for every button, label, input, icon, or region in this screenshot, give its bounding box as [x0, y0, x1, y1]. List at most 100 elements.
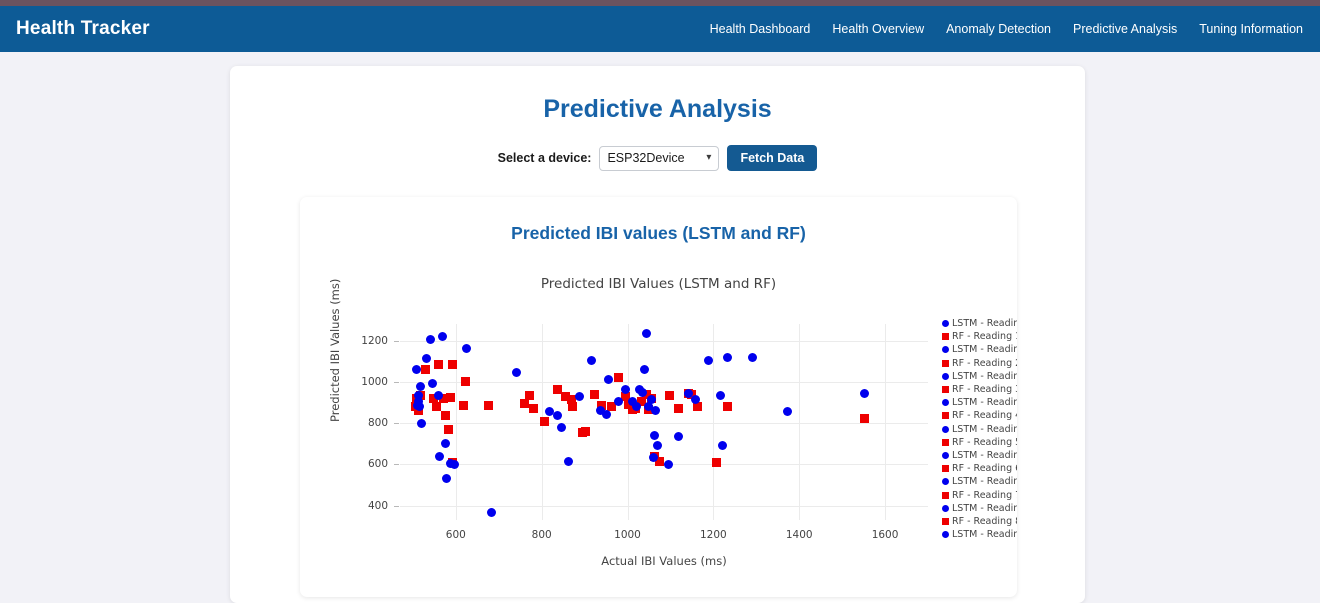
data-point-lstm[interactable]: [434, 390, 444, 400]
data-point-lstm[interactable]: [586, 355, 596, 365]
data-point-rf[interactable]: [529, 404, 539, 414]
legend-label: LSTM - Reading 2: [952, 344, 1017, 356]
data-point-lstm[interactable]: [512, 368, 522, 377]
nav-link-anomaly-detection[interactable]: Anomaly Detection: [946, 22, 1051, 36]
data-point-rf[interactable]: [860, 414, 869, 424]
nav-link-health-overview[interactable]: Health Overview: [832, 22, 924, 36]
data-point-lstm[interactable]: [640, 364, 650, 374]
data-point-lstm[interactable]: [649, 430, 659, 440]
data-point-lstm[interactable]: [650, 405, 660, 415]
data-point-lstm[interactable]: [718, 441, 728, 451]
data-point-rf[interactable]: [589, 389, 599, 399]
data-point-lstm[interactable]: [437, 331, 447, 341]
legend-item[interactable]: RF - Reading 7: [938, 488, 1017, 501]
data-point-rf[interactable]: [446, 392, 456, 402]
data-point-lstm[interactable]: [450, 459, 460, 469]
data-point-lstm[interactable]: [556, 423, 566, 433]
data-point-rf[interactable]: [447, 359, 457, 369]
data-point-lstm[interactable]: [425, 335, 435, 344]
data-point-lstm[interactable]: [715, 391, 725, 401]
legend-item[interactable]: RF - Reading 2: [938, 357, 1017, 370]
data-point-rf[interactable]: [432, 402, 442, 411]
legend-item[interactable]: LSTM - Reading 8: [938, 502, 1017, 515]
data-point-lstm[interactable]: [486, 508, 496, 518]
legend-item[interactable]: LSTM - Reading 7: [938, 475, 1017, 488]
legend-item[interactable]: RF - Reading 3: [938, 383, 1017, 396]
data-point-rf[interactable]: [673, 403, 683, 413]
data-point-lstm[interactable]: [703, 355, 713, 365]
data-point-rf[interactable]: [525, 390, 535, 400]
legend-item[interactable]: LSTM - Reading 2: [938, 343, 1017, 356]
data-point-lstm[interactable]: [641, 328, 651, 338]
data-point-lstm[interactable]: [653, 441, 663, 451]
data-point-lstm[interactable]: [860, 388, 869, 398]
data-point-lstm[interactable]: [417, 418, 426, 428]
data-point-lstm[interactable]: [427, 379, 437, 389]
legend-item[interactable]: RF - Reading 5: [938, 436, 1017, 449]
data-point-lstm[interactable]: [603, 374, 613, 384]
legend-label: LSTM - Reading 4: [952, 397, 1017, 409]
legend-item[interactable]: LSTM - Reading 1: [938, 317, 1017, 330]
data-point-lstm[interactable]: [441, 474, 451, 484]
data-point-rf[interactable]: [459, 401, 468, 410]
data-point-rf[interactable]: [568, 402, 578, 411]
data-point-lstm[interactable]: [722, 352, 732, 362]
data-point-rf[interactable]: [421, 365, 431, 375]
legend-item[interactable]: LSTM - Reading 4: [938, 396, 1017, 409]
data-point-rf[interactable]: [520, 398, 529, 408]
data-point-rf[interactable]: [440, 411, 450, 421]
data-point-lstm[interactable]: [648, 452, 658, 462]
gridline-horizontal: [400, 381, 928, 383]
data-point-lstm[interactable]: [690, 394, 700, 404]
data-point-rf[interactable]: [443, 424, 453, 434]
data-point-lstm[interactable]: [663, 459, 673, 469]
data-point-lstm[interactable]: [435, 451, 444, 461]
data-point-rf[interactable]: [722, 402, 732, 411]
data-point-lstm[interactable]: [631, 402, 641, 411]
legend-square-icon: [938, 491, 952, 499]
data-point-lstm[interactable]: [673, 431, 683, 441]
device-select[interactable]: ESP32Device: [599, 145, 720, 171]
data-point-rf[interactable]: [483, 401, 493, 410]
legend-label: LSTM - Reading 3: [952, 370, 1017, 382]
data-point-rf[interactable]: [613, 373, 623, 383]
data-point-rf[interactable]: [539, 416, 549, 426]
data-point-rf[interactable]: [460, 377, 470, 387]
legend-label: LSTM - Reading 7: [952, 476, 1017, 488]
legend-item[interactable]: RF - Reading 1: [938, 330, 1017, 343]
data-point-rf[interactable]: [580, 426, 590, 436]
legend-item[interactable]: RF - Reading 4: [938, 409, 1017, 422]
legend-item[interactable]: LSTM - Reading 6: [938, 449, 1017, 462]
gridline-vertical: [455, 324, 457, 520]
data-point-lstm[interactable]: [638, 387, 647, 397]
data-point-lstm[interactable]: [646, 394, 656, 404]
data-point-lstm[interactable]: [422, 353, 432, 363]
data-point-lstm[interactable]: [748, 352, 758, 362]
data-point-lstm[interactable]: [462, 344, 471, 354]
legend-item[interactable]: LSTM - Reading 3: [938, 370, 1017, 383]
legend-label: RF - Reading 2: [952, 357, 1017, 369]
data-point-lstm[interactable]: [602, 410, 612, 420]
data-point-lstm[interactable]: [620, 385, 630, 395]
nav-link-tuning-information[interactable]: Tuning Information: [1199, 22, 1303, 36]
data-point-lstm[interactable]: [411, 364, 421, 374]
fetch-data-button[interactable]: Fetch Data: [727, 145, 818, 171]
legend-item[interactable]: RF - Reading 6: [938, 462, 1017, 475]
data-point-lstm[interactable]: [412, 401, 422, 410]
legend-item[interactable]: LSTM - Reading 9: [938, 528, 1017, 541]
x-tick-label: 1400: [785, 529, 813, 541]
device-select-wrap: ESP32Device ▾: [599, 145, 720, 171]
data-point-lstm[interactable]: [552, 411, 562, 421]
legend-item[interactable]: RF - Reading 8: [938, 515, 1017, 528]
data-point-rf[interactable]: [665, 390, 675, 400]
data-point-lstm[interactable]: [782, 407, 792, 417]
data-point-rf[interactable]: [712, 458, 722, 468]
nav-link-predictive-analysis[interactable]: Predictive Analysis: [1073, 22, 1177, 36]
legend-item[interactable]: LSTM - Reading 5: [938, 423, 1017, 436]
nav-link-health-dashboard[interactable]: Health Dashboard: [710, 22, 811, 36]
chart-legend: LSTM - Reading 1RF - Reading 1LSTM - Rea…: [938, 317, 1017, 545]
data-point-lstm[interactable]: [574, 391, 584, 401]
data-point-rf[interactable]: [434, 359, 444, 369]
data-point-lstm[interactable]: [613, 396, 623, 406]
data-point-lstm[interactable]: [440, 439, 450, 449]
